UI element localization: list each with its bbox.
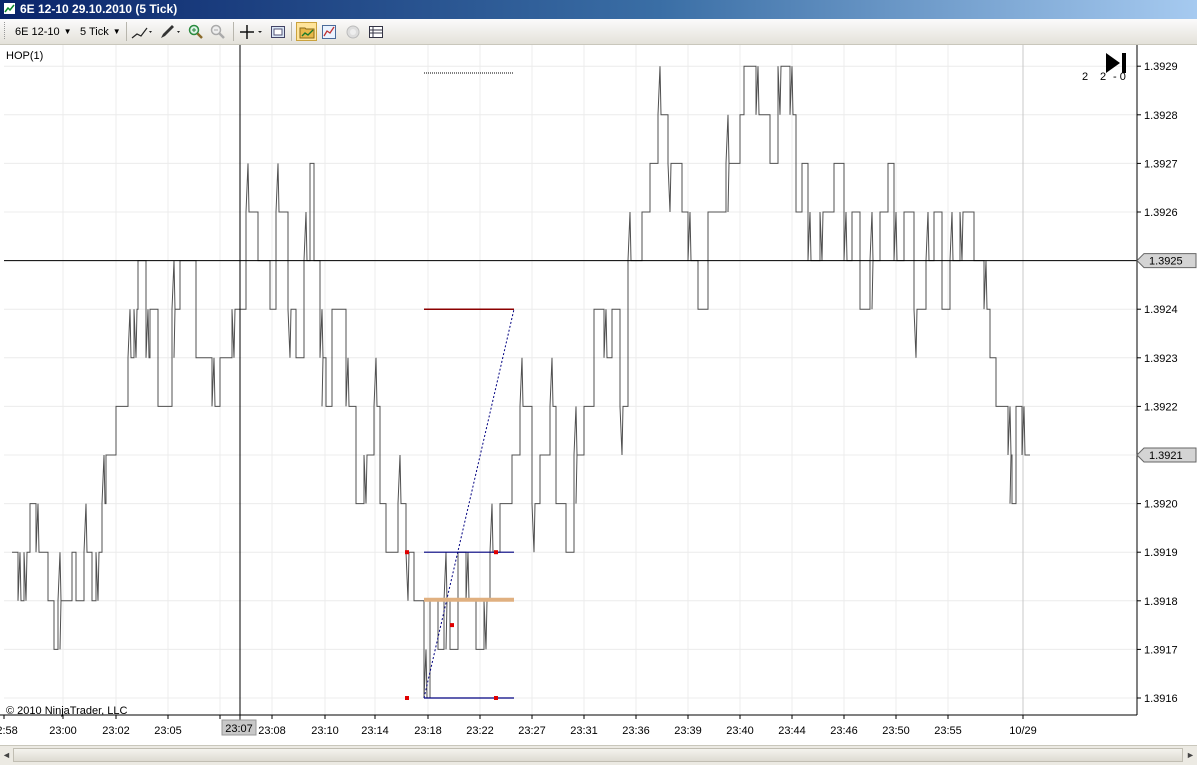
- folder-chart-icon: [299, 27, 314, 38]
- copyright-notice: © 2010 NinjaTrader, LLC: [6, 705, 128, 717]
- time-tick-label: 23:14: [361, 725, 389, 737]
- indicator-chart-icon: [322, 24, 336, 39]
- data-box-button[interactable]: [296, 22, 317, 41]
- price-tick-label: 1.3916: [1144, 693, 1178, 705]
- toolbar-separator: [233, 22, 234, 41]
- chart-style-button[interactable]: [131, 22, 153, 41]
- pencil-icon: [161, 24, 180, 38]
- time-tick-label: 23:18: [414, 725, 442, 737]
- time-tick-label: 23:08: [258, 725, 286, 737]
- chart-app-icon: [3, 2, 16, 15]
- price-tick-label: 1.3926: [1144, 207, 1178, 219]
- period-dropdown[interactable]: 5 Tick ▼: [80, 22, 121, 41]
- price-tick-label: 1.3929: [1144, 61, 1178, 73]
- price-chart[interactable]: 1.3929 1.3928 1.3927 1.3926 1.3925 1.3924 1.39…: [0, 45, 1197, 745]
- toolbar-separator: [126, 22, 127, 41]
- time-tick-label: 22:58: [0, 725, 18, 737]
- scrollbar-thumb[interactable]: [13, 748, 1183, 762]
- time-tick-label: 23:36: [622, 725, 650, 737]
- play-to-end-icon[interactable]: [1106, 53, 1126, 73]
- anchor-marker: [405, 696, 409, 700]
- crosshair-icon: [240, 24, 262, 39]
- time-tick-label: 23:55: [934, 725, 962, 737]
- anchor-marker: [405, 550, 409, 555]
- crosshair-button[interactable]: [239, 22, 265, 41]
- title-bar: 6E 12-10 29.10.2010 (5 Tick): [0, 0, 1197, 19]
- chart-toolbar: 6E 12-10 ▼ 5 Tick ▼: [0, 19, 1197, 45]
- strategy-button[interactable]: [345, 22, 361, 41]
- toolbar-separator: [291, 22, 292, 41]
- counter-c: - 0: [1113, 71, 1126, 83]
- time-tick-label: 23:50: [882, 725, 910, 737]
- time-tick-label: 23:05: [154, 725, 182, 737]
- chevron-down-icon: ▼: [112, 27, 121, 36]
- period-label: 5 Tick: [80, 25, 109, 38]
- time-tick-label: 23:10: [311, 725, 339, 737]
- price-tick-label: 1.3928: [1144, 110, 1178, 122]
- crosshair-time-label: 23:07: [225, 723, 253, 735]
- time-tick-label: 23:46: [830, 725, 858, 737]
- properties-button[interactable]: [270, 22, 286, 41]
- price-tick-label: 1.3920: [1144, 499, 1178, 511]
- properties-icon: [271, 25, 285, 38]
- table-icon: [369, 25, 383, 38]
- counter-a: 2: [1082, 71, 1088, 83]
- anchor-marker: [450, 623, 454, 628]
- strategy-icon: [346, 25, 360, 38]
- last-price-label: 1.3921: [1149, 450, 1183, 462]
- horizontal-scrollbar[interactable]: ◄ ►: [0, 745, 1197, 765]
- time-tick-label: 23:31: [570, 725, 598, 737]
- counter-b: 2: [1100, 71, 1106, 83]
- instrument-dropdown[interactable]: 6E 12-10 ▼: [15, 22, 72, 41]
- indicator-label: HOP(1): [6, 50, 44, 62]
- window-title: 6E 12-10 29.10.2010 (5 Tick): [20, 2, 178, 16]
- chevron-down-icon: ▼: [63, 27, 72, 36]
- time-tick-label: 23:40: [726, 725, 754, 737]
- indicators-button[interactable]: [321, 22, 337, 41]
- instrument-label: 6E 12-10: [15, 25, 60, 38]
- drawing-tools-button[interactable]: [158, 22, 182, 41]
- price-tick-label: 1.3918: [1144, 596, 1178, 608]
- price-tick-label: 1.3922: [1144, 401, 1178, 413]
- zoom-out-icon: [210, 24, 225, 39]
- time-tick-label: 23:00: [49, 725, 77, 737]
- price-tick-label: 1.3923: [1144, 353, 1178, 365]
- anchor-marker: [494, 696, 498, 700]
- toolbar-grip[interactable]: [4, 22, 7, 39]
- time-tick-label: 23:39: [674, 725, 702, 737]
- time-tick-label: 10/29: [1009, 725, 1037, 737]
- zoom-out-button[interactable]: [210, 22, 226, 41]
- price-tick-label: 1.3927: [1144, 158, 1178, 170]
- chart-panel[interactable]: 1.3929 1.3928 1.3927 1.3926 1.3925 1.3924 1.39…: [0, 45, 1197, 745]
- time-tick-label: 23:22: [466, 725, 494, 737]
- zoom-in-icon: [188, 24, 203, 39]
- scroll-right-icon[interactable]: ►: [1185, 749, 1196, 762]
- time-tick-label: 23:44: [778, 725, 806, 737]
- zoom-in-button[interactable]: [188, 22, 204, 41]
- price-tick-label: 1.3917: [1144, 644, 1178, 656]
- price-tick-label: 1.3919: [1144, 547, 1178, 559]
- price-series-line: [12, 65, 1030, 699]
- data-table-button[interactable]: [368, 22, 384, 41]
- line-chart-icon: [131, 27, 152, 38]
- time-tick-label: 23:27: [518, 725, 546, 737]
- crosshair-price-label: 1.3925: [1149, 256, 1183, 268]
- scroll-left-icon[interactable]: ◄: [1, 749, 12, 762]
- price-tick-label: 1.3924: [1144, 304, 1178, 316]
- time-tick-label: 23:02: [102, 725, 130, 737]
- anchor-marker: [494, 550, 498, 555]
